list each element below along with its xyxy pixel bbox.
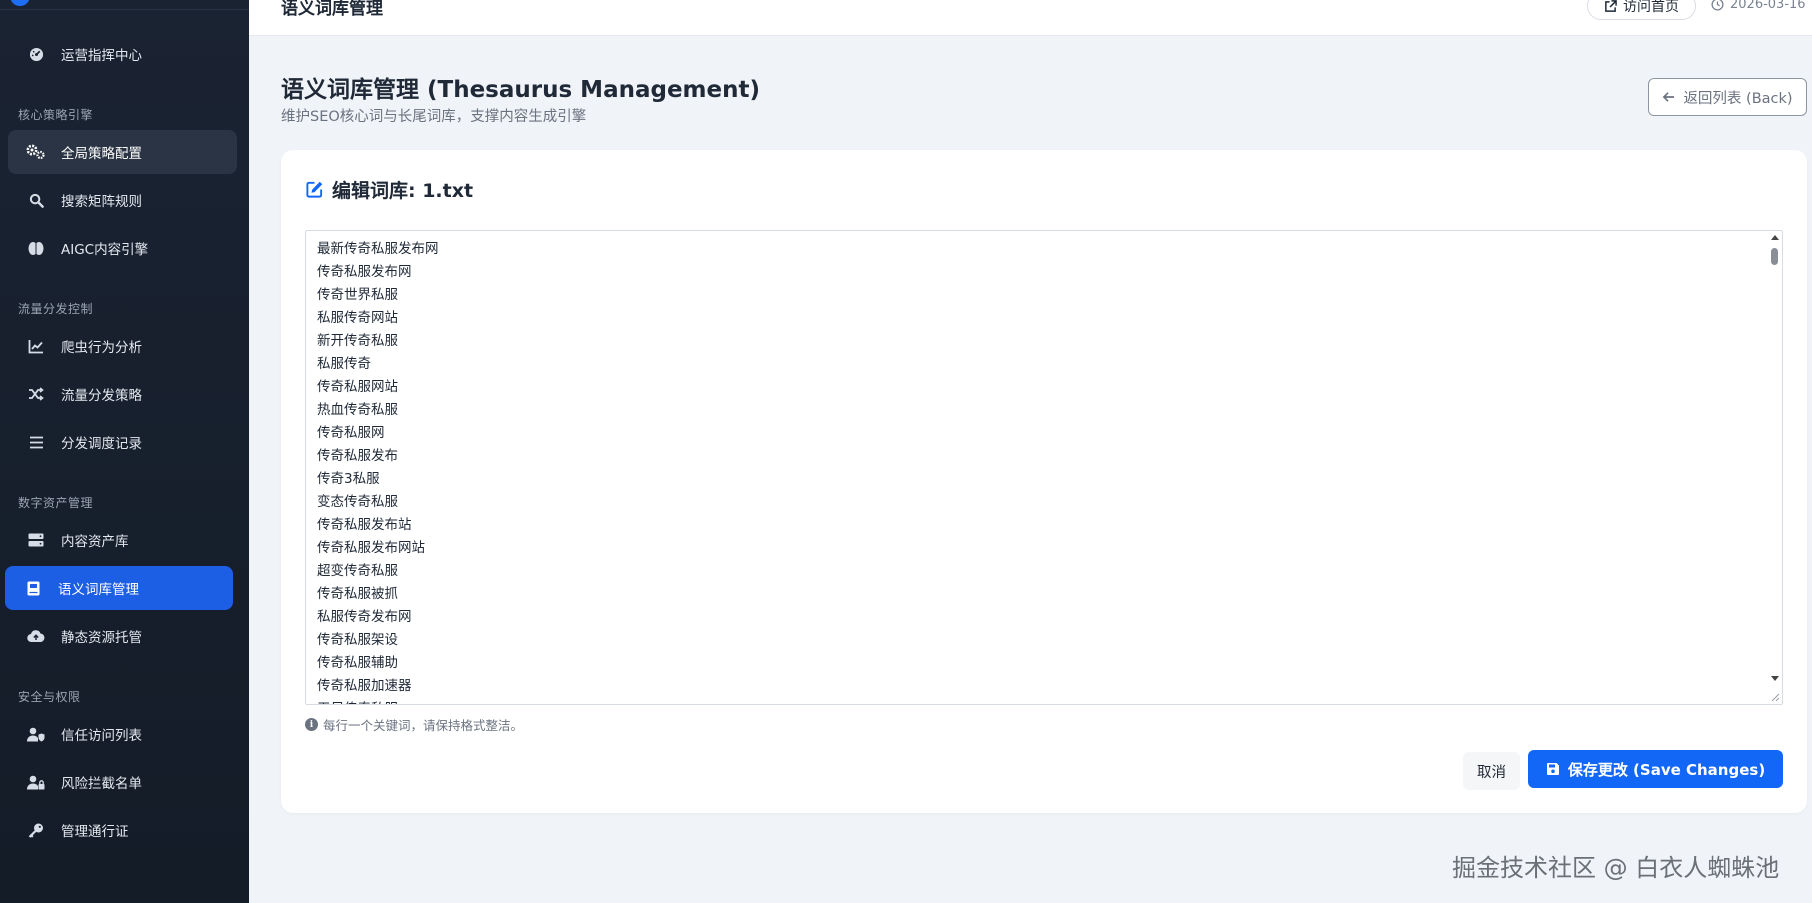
sidebar-item-label: 静态资源托管: [61, 630, 142, 646]
keyword-line: 传奇私服发布网站: [317, 540, 425, 556]
key-icon: [25, 821, 47, 839]
keyword-line: 新开传奇私服: [317, 333, 398, 349]
sidebar-item-content-library[interactable]: 内容资产库: [8, 518, 237, 562]
group-title-assets: 数字资产管理: [18, 496, 94, 510]
search-icon: [25, 191, 47, 209]
sidebar-item-label: 全局策略配置: [61, 146, 142, 162]
visit-home-label: 访问首页: [1623, 0, 1679, 15]
card-title-text: 编辑词库: 1.txt: [332, 180, 474, 202]
server-icon: [25, 531, 47, 549]
dashboard-icon: [25, 45, 47, 63]
keyword-line: 私服传奇: [317, 356, 371, 372]
sidebar-item-aigc-engine[interactable]: AIGC内容引擎: [8, 226, 237, 270]
sidebar-item-thesaurus[interactable]: 语义词库管理: [5, 566, 233, 610]
logo: [10, 0, 30, 6]
scrollbar-thumb[interactable]: [1771, 248, 1778, 265]
editor-card: 编辑词库: 1.txt 最新传奇私服发布网 传奇私服发布网 传奇世界私服 私服传奇网站…: [281, 150, 1807, 813]
sidebar-item-dispatch-log[interactable]: 分发调度记录: [8, 420, 237, 464]
sidebar-item-traffic-strategy[interactable]: 流量分发策略: [8, 372, 237, 416]
sidebar-divider: [0, 9, 249, 10]
keyword-line: 私服传奇网站: [317, 310, 398, 326]
user-lock-icon: [25, 773, 47, 791]
datetime-text: 2026-03-16: [1730, 0, 1806, 12]
line-chart-icon: [25, 337, 47, 355]
user-shield-icon: [25, 725, 47, 743]
keyword-line: 变态传奇私服: [317, 494, 398, 510]
sidebar-item-label: 运营指挥中心: [61, 48, 142, 64]
keyword-line: 传奇私服发布站: [317, 517, 412, 533]
sidebar-item-label: 语义词库管理: [58, 582, 139, 598]
info-icon: i: [305, 718, 318, 731]
keyword-line: 最新传奇私服发布网: [317, 241, 439, 257]
sidebar-item-static-hosting[interactable]: 静态资源托管: [8, 614, 237, 658]
keyword-line: 超变传奇私服: [317, 563, 398, 579]
clock-icon: [1711, 0, 1724, 11]
sidebar-item-risk-blocklist[interactable]: 风险拦截名单: [8, 760, 237, 804]
sidebar-item-label: 管理通行证: [61, 824, 129, 840]
watermark: 掘金技术社区 @ 白衣人蜘蛛池: [1452, 854, 1780, 882]
cloud-upload-icon: [25, 627, 47, 645]
keyword-line: 传奇私服架设: [317, 632, 398, 648]
save-button[interactable]: 保存更改 (Save Changes): [1528, 750, 1783, 788]
sidebar-item-ops-center[interactable]: 运营指挥中心: [8, 32, 237, 76]
sidebar-item-label: 风险拦截名单: [61, 776, 142, 792]
keyword-line: 传奇私服辅助: [317, 655, 398, 671]
sidebar-item-global-strategy[interactable]: 全局策略配置: [8, 130, 237, 174]
cancel-button[interactable]: 取消: [1463, 752, 1520, 790]
sidebar-item-label: 内容资产库: [61, 534, 129, 550]
keyword-line: 传奇私服发布: [317, 448, 398, 464]
scroll-up-arrow[interactable]: [1771, 235, 1779, 240]
arrow-left-icon: [1663, 92, 1675, 102]
keyword-line: 无尽传奇私服: [317, 698, 1771, 704]
keyword-line: 热血传奇私服: [317, 402, 398, 418]
keyword-line: 传奇私服被抓: [317, 586, 398, 602]
sidebar-item-label: AIGC内容引擎: [61, 242, 149, 258]
editor-hint: i 每行一个关键词，请保持格式整洁。: [305, 715, 523, 734]
keyword-line: 传奇世界私服: [317, 287, 398, 303]
group-title-traffic: 流量分发控制: [18, 302, 94, 316]
sidebar-item-crawler-analysis[interactable]: 爬虫行为分析: [8, 324, 237, 368]
save-button-label: 保存更改 (Save Changes): [1567, 760, 1766, 779]
visit-home-button[interactable]: 访问首页: [1587, 0, 1696, 20]
keyword-line: 传奇私服加速器: [317, 678, 412, 694]
datetime-display: 2026-03-16: [1711, 0, 1806, 12]
keywords-textarea[interactable]: 最新传奇私服发布网 传奇私服发布网 传奇世界私服 私服传奇网站 新开传奇私服 私服传奇传奇…: [305, 230, 1783, 705]
sidebar-item-label: 信任访问列表: [61, 728, 142, 744]
book-icon: [22, 579, 44, 597]
external-link-icon: [1605, 0, 1617, 12]
sidebar-item-label: 爬虫行为分析: [61, 340, 142, 356]
keyword-line: 传奇私服网站: [317, 379, 398, 395]
page-subtitle: 维护SEO核心词与长尾词库，支撑内容生成引擎: [281, 109, 587, 125]
list-icon: [25, 433, 47, 451]
topbar-title: 语义词库管理: [281, 0, 383, 19]
keyword-line: 私服传奇发布网: [317, 609, 412, 625]
sidebar: 运营指挥中心 核心策略引擎 全局策略配置 搜索矩阵规则 AIGC内容引擎 流量分…: [0, 0, 249, 903]
sidebar-item-label: 流量分发策略: [61, 388, 142, 404]
sidebar-item-trust-list[interactable]: 信任访问列表: [8, 712, 237, 756]
keywords-text: 最新传奇私服发布网 传奇私服发布网 传奇世界私服 私服传奇网站 新开传奇私服 私服传奇传奇…: [306, 231, 1782, 704]
resize-grip-icon[interactable]: [1769, 691, 1780, 702]
back-button-label: 返回列表 (Back): [1683, 90, 1793, 107]
back-button[interactable]: 返回列表 (Back): [1648, 78, 1807, 116]
card-title: 编辑词库: 1.txt: [305, 176, 473, 203]
keyword-line: 传奇私服网: [317, 425, 385, 441]
topbar: 语义词库管理 访问首页 2026-03-16: [249, 0, 1812, 36]
brain-icon: [25, 239, 47, 257]
scroll-down-arrow[interactable]: [1771, 676, 1779, 681]
sidebar-item-search-matrix[interactable]: 搜索矩阵规则: [8, 178, 237, 222]
sidebar-item-label: 分发调度记录: [61, 436, 142, 452]
hint-text: 每行一个关键词，请保持格式整洁。: [323, 718, 524, 733]
shuffle-icon: [25, 385, 47, 403]
group-title-strategy: 核心策略引擎: [18, 108, 94, 122]
sidebar-item-label: 搜索矩阵规则: [61, 194, 142, 210]
keyword-line: 传奇3私服: [317, 471, 380, 487]
keyword-line: 传奇私服发布网: [317, 264, 412, 280]
gears-icon: [25, 143, 47, 161]
save-icon: [1546, 763, 1559, 775]
group-title-security: 安全与权限: [18, 690, 81, 704]
sidebar-item-admin-pass[interactable]: 管理通行证: [8, 808, 237, 852]
page-title: 语义词库管理 (Thesaurus Management): [281, 77, 760, 103]
edit-icon: [306, 181, 323, 198]
